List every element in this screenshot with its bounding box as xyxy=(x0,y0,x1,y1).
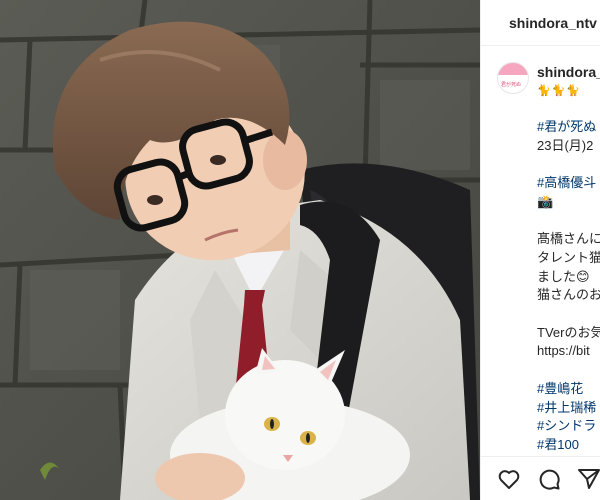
action-bar xyxy=(481,456,600,500)
caption-line: 髙橋さんに xyxy=(537,231,600,247)
caption-line: https://bit xyxy=(537,343,590,359)
hashtag-link[interactable]: #シンドラ xyxy=(537,417,596,435)
emoji-line: 🐈🐈🐈 xyxy=(537,85,582,97)
caption-line: 23日(月)2 xyxy=(537,137,594,153)
caption-line: TVerのお気 xyxy=(537,324,600,340)
hashtag-link[interactable]: #君が死ぬ xyxy=(537,118,596,136)
comment-icon[interactable] xyxy=(537,467,561,491)
post-panel: shindora_ntv 君が死ぬ shindora_ 🐈🐈🐈 #君が死ぬ 23日… xyxy=(480,0,600,500)
hashtag-link[interactable]: #君100 xyxy=(537,436,579,454)
send-icon[interactable] xyxy=(577,467,600,491)
avatar-caption: 君が死ぬ xyxy=(501,82,522,88)
heart-icon[interactable] xyxy=(497,467,521,491)
avatar[interactable]: 君が死ぬ xyxy=(497,62,529,94)
hashtag-link[interactable]: #井上瑞稀 xyxy=(537,399,596,417)
post-username[interactable]: shindora_ xyxy=(537,64,600,80)
hashtag-link[interactable]: #豊嶋花 xyxy=(537,380,583,398)
caption-line: タレント猫 xyxy=(537,249,600,265)
post-photo xyxy=(0,0,480,500)
caption-line: 📸 xyxy=(537,193,554,209)
header-username[interactable]: shindora_ntv xyxy=(509,15,597,31)
post-image xyxy=(0,0,480,500)
avatar-logo-icon xyxy=(498,63,528,93)
hashtag-link[interactable]: #高橋優斗 xyxy=(537,174,596,192)
post-header: shindora_ntv xyxy=(481,0,600,46)
post-caption-area: 君が死ぬ shindora_ 🐈🐈🐈 #君が死ぬ 23日(月)2 #高橋優斗 📸 髙橋さ… xyxy=(481,46,600,456)
caption-line: 猫さんのお xyxy=(537,287,600,303)
caption-line: ました😊 xyxy=(537,268,590,284)
